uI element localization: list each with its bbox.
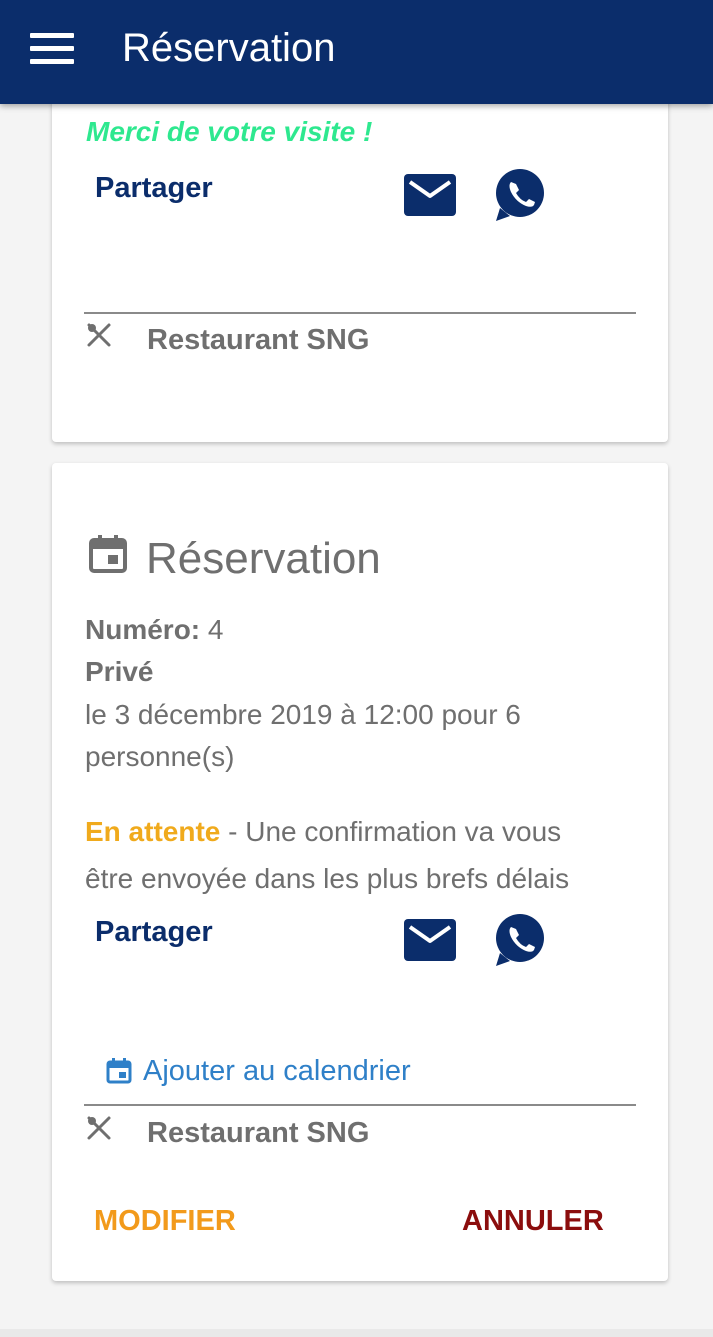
past-reservation-card: Merci de votre visite ! Partager Restaur… [52, 70, 668, 442]
share-label: Partager [95, 916, 213, 948]
bottom-edge [0, 1329, 713, 1337]
calendar-icon [106, 1058, 132, 1084]
number-label: Numéro: [85, 614, 201, 645]
status-message: - Une confirmation va vous [220, 816, 562, 847]
status-message-line-2: être envoyée dans les plus brefs délais [85, 863, 570, 894]
page-title: Réservation [122, 26, 336, 70]
fork-knife-icon [87, 323, 111, 347]
restaurant-name: Restaurant SNG [147, 324, 370, 356]
divider [84, 312, 636, 314]
share-label: Partager [95, 172, 213, 204]
app-bar: Réservation [0, 0, 713, 104]
add-to-calendar-label: Ajouter au calendrier [143, 1054, 411, 1087]
reservation-card: Réservation Numéro: 4 Privé le 3 décembr… [52, 463, 668, 1281]
reservation-status: En attente - Une confirmation va vous [85, 811, 561, 853]
hamburger-menu-icon[interactable] [30, 33, 74, 65]
cancel-button[interactable]: ANNULER [462, 1205, 604, 1238]
whatsapp-icon[interactable] [494, 913, 546, 967]
reservation-number: Numéro: 4 [85, 609, 223, 651]
email-icon[interactable] [404, 174, 456, 216]
restaurant-name: Restaurant SNG [147, 1117, 370, 1149]
whatsapp-icon[interactable] [494, 168, 546, 222]
number-value: 4 [207, 614, 224, 645]
reservation-date-line-1: le 3 décembre 2019 à 12:00 pour 6 [85, 699, 521, 730]
reservation-date-line-2: personne(s) [85, 741, 235, 772]
modify-button[interactable]: MODIFIER [94, 1205, 236, 1238]
reservation-type: Privé [85, 656, 154, 687]
reservation-title: Réservation [146, 534, 381, 583]
divider [84, 1104, 636, 1106]
status-badge: En attente [85, 816, 221, 847]
thank-you-message: Merci de votre visite ! [86, 116, 373, 147]
email-icon[interactable] [404, 919, 456, 961]
fork-knife-icon [87, 1116, 111, 1140]
add-to-calendar-link[interactable]: Ajouter au calendrier [106, 1051, 411, 1091]
calendar-icon [89, 535, 127, 573]
